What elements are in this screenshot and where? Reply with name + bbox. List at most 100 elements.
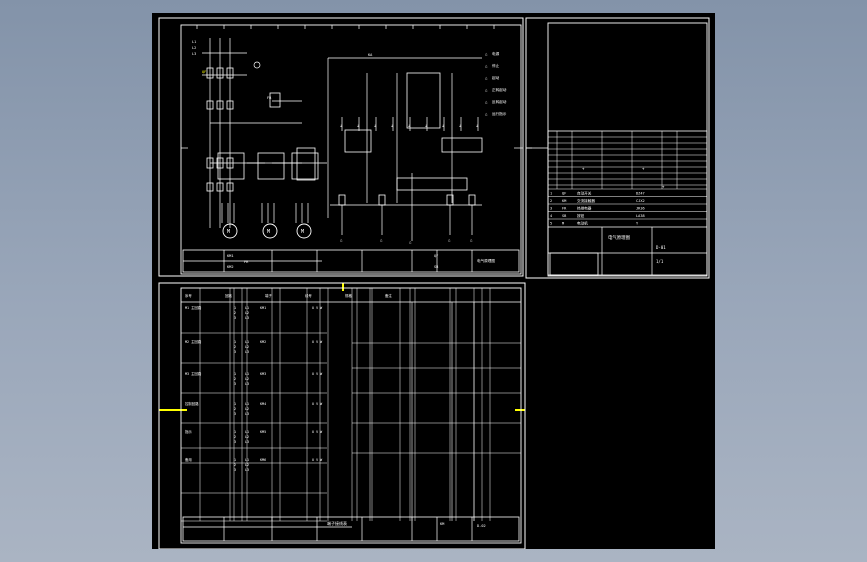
- svg-text:U V W: U V W: [312, 402, 323, 406]
- svg-text:端子接线表: 端子接线表: [327, 520, 347, 526]
- svg-text:2: 2: [234, 345, 236, 349]
- control-circuit: ⊥ ⊥ ⊥ ⊥ ⊥ ⊥ ⊥ ⊥ ⊥ △ △ △ △ △ KA: [327, 53, 483, 244]
- ground-icon: [253, 61, 261, 69]
- svg-text:QF: QF: [434, 254, 438, 258]
- svg-text:△: △: [485, 111, 488, 116]
- svg-text:备用: 备用: [185, 457, 192, 462]
- svg-text:M1 主回路: M1 主回路: [185, 305, 202, 310]
- svg-text:按钮: 按钮: [577, 213, 585, 218]
- svg-text:U V W: U V W: [312, 372, 323, 376]
- yellow-marker: [159, 409, 187, 411]
- svg-text:3: 3: [234, 440, 236, 444]
- svg-text:SB: SB: [562, 214, 566, 218]
- svg-text:JR36: JR36: [636, 207, 645, 211]
- svg-text:△: △: [485, 99, 488, 104]
- svg-text:规格: 规格: [345, 293, 352, 298]
- svg-text:L3: L3: [245, 350, 249, 354]
- svg-text:KM3: KM3: [260, 372, 266, 376]
- svg-text:自动开关: 自动开关: [577, 191, 592, 196]
- svg-text:指示: 指示: [185, 429, 192, 434]
- svg-text:1: 1: [550, 192, 552, 196]
- svg-text:⊥: ⊥: [442, 123, 445, 128]
- svg-text:序号: 序号: [185, 293, 192, 298]
- svg-text:KM6: KM6: [260, 458, 266, 462]
- bom-frame: 1 QF 自动开关 DZ47 2 KM 交流接触器 CJX2 3 FR 热继电器 JR36 4 SB 按钮 L…: [525, 17, 710, 279]
- svg-text:运行指示: 运行指示: [492, 111, 507, 116]
- svg-text:KA: KA: [368, 53, 373, 57]
- svg-text:L3: L3: [192, 52, 196, 56]
- svg-text:线号: 线号: [305, 293, 312, 298]
- svg-text:△: △: [485, 87, 488, 92]
- svg-text:D-01: D-01: [656, 245, 666, 250]
- svg-text:端子: 端子: [265, 293, 272, 298]
- svg-text:KM: KM: [562, 199, 567, 203]
- svg-text:1: 1: [234, 430, 236, 434]
- svg-text:L2: L2: [245, 345, 249, 349]
- svg-text:L1: L1: [245, 306, 249, 310]
- svg-text:3: 3: [234, 468, 236, 472]
- svg-text:M2 主回路: M2 主回路: [185, 339, 202, 344]
- svg-text:△: △: [340, 237, 343, 242]
- svg-text:5: 5: [550, 222, 552, 226]
- cad-viewport[interactable]: KM1 KM2 FR QF SB 电气原理图 M M M L1 L2 L3 QF FR ⊥ ⊥ ⊥ ⊥ ⊥ ⊥ ⊥ ⊥ ⊥ △…: [0, 0, 867, 562]
- svg-text:1: 1: [234, 402, 236, 406]
- svg-text:L3: L3: [245, 440, 249, 444]
- svg-text:L1: L1: [245, 430, 249, 434]
- svg-text:M: M: [562, 222, 565, 226]
- svg-text:L3: L3: [245, 468, 249, 472]
- svg-text:Y: Y: [636, 222, 639, 226]
- svg-text:L2: L2: [245, 377, 249, 381]
- svg-text:QF: QF: [202, 70, 206, 74]
- svg-text:△: △: [409, 239, 412, 244]
- svg-text:L1: L1: [245, 402, 249, 406]
- svg-text:L1: L1: [245, 340, 249, 344]
- svg-text:⊥: ⊥: [425, 123, 428, 128]
- svg-text:电气原理图: 电气原理图: [608, 234, 631, 241]
- svg-text:交流接触器: 交流接触器: [577, 198, 595, 203]
- svg-text:1: 1: [234, 340, 236, 344]
- svg-text:KM1: KM1: [227, 254, 234, 258]
- yellow-marker: [342, 283, 344, 291]
- svg-text:⊥: ⊥: [408, 123, 411, 128]
- svg-text:U V W: U V W: [312, 430, 323, 434]
- svg-text:LA38: LA38: [636, 214, 645, 218]
- svg-text:U V W: U V W: [312, 458, 323, 462]
- svg-text:3: 3: [234, 350, 236, 354]
- svg-text:KM5: KM5: [260, 430, 266, 434]
- svg-text:1: 1: [234, 306, 236, 310]
- svg-text:反转起动: 反转起动: [492, 99, 507, 104]
- svg-text:⊥: ⊥: [374, 123, 377, 128]
- svg-text:电源: 电源: [492, 51, 500, 56]
- svg-text:L3: L3: [245, 382, 249, 386]
- svg-text:热继电器: 热继电器: [577, 206, 592, 211]
- svg-text:L1: L1: [245, 372, 249, 376]
- svg-text:FR: FR: [562, 207, 567, 211]
- svg-text:⊥: ⊥: [476, 123, 479, 128]
- svg-text:停止: 停止: [492, 63, 500, 68]
- svg-text:⊥: ⊥: [357, 123, 360, 128]
- svg-text:△: △: [470, 237, 473, 242]
- svg-text:L2: L2: [192, 46, 196, 50]
- svg-text:2: 2: [234, 463, 236, 467]
- svg-text:M: M: [227, 229, 230, 235]
- svg-text:U V W: U V W: [312, 306, 323, 310]
- svg-text:L2: L2: [245, 311, 249, 315]
- svg-text:CJX2: CJX2: [636, 199, 645, 203]
- svg-text:⊥: ⊥: [459, 123, 462, 128]
- terminal-table: M1 主回路 1 L12 L23 L3KM1 U V WM2 主回路 1 L12 L23 L3KM…: [158, 282, 526, 550]
- svg-text:2: 2: [234, 377, 236, 381]
- svg-text:△: △: [380, 237, 383, 242]
- svg-text:SB: SB: [434, 265, 438, 269]
- svg-text:L2: L2: [245, 435, 249, 439]
- svg-text:2: 2: [550, 199, 552, 203]
- svg-text:L2: L2: [245, 407, 249, 411]
- svg-text:电气原理图: 电气原理图: [477, 258, 495, 263]
- svg-text:起动: 起动: [492, 75, 500, 80]
- svg-text:正转起动: 正转起动: [492, 87, 507, 92]
- svg-text:控制回路: 控制回路: [185, 401, 199, 406]
- svg-text:3: 3: [234, 412, 236, 416]
- svg-text:L1: L1: [245, 458, 249, 462]
- power-circuit: M M M L1 L2 L3 QF FR: [192, 38, 327, 239]
- svg-text:2: 2: [234, 435, 236, 439]
- svg-text:1: 1: [234, 458, 236, 462]
